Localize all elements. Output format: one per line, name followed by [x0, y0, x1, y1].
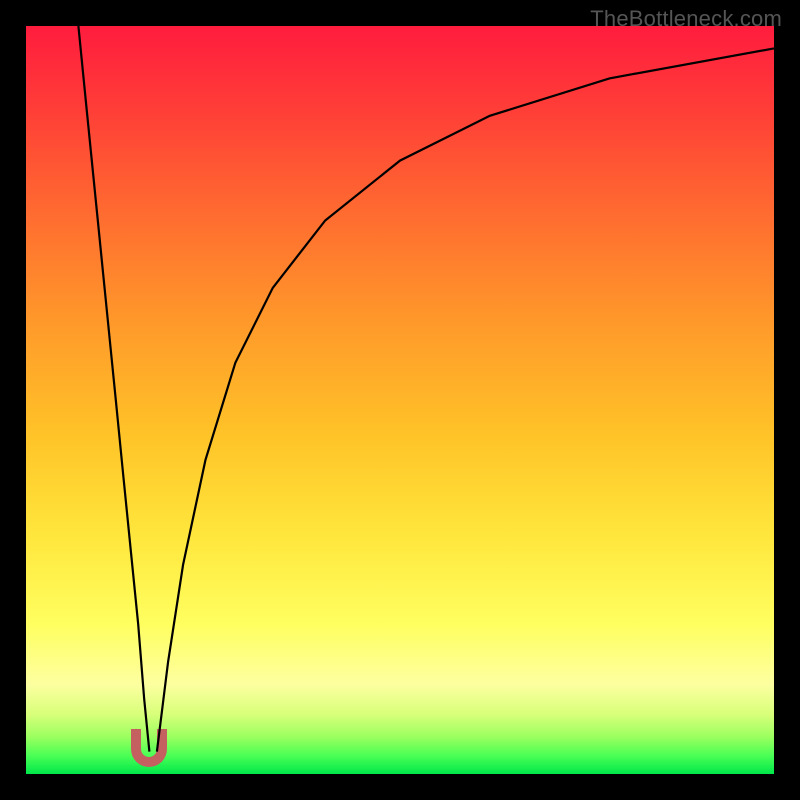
- curve-right-branch: [157, 48, 774, 751]
- plot-area: [26, 26, 774, 774]
- chart-frame: TheBottleneck.com: [0, 0, 800, 800]
- curve-left-branch: [78, 26, 149, 752]
- watermark-text: TheBottleneck.com: [590, 6, 782, 32]
- curve-layer: [26, 26, 774, 774]
